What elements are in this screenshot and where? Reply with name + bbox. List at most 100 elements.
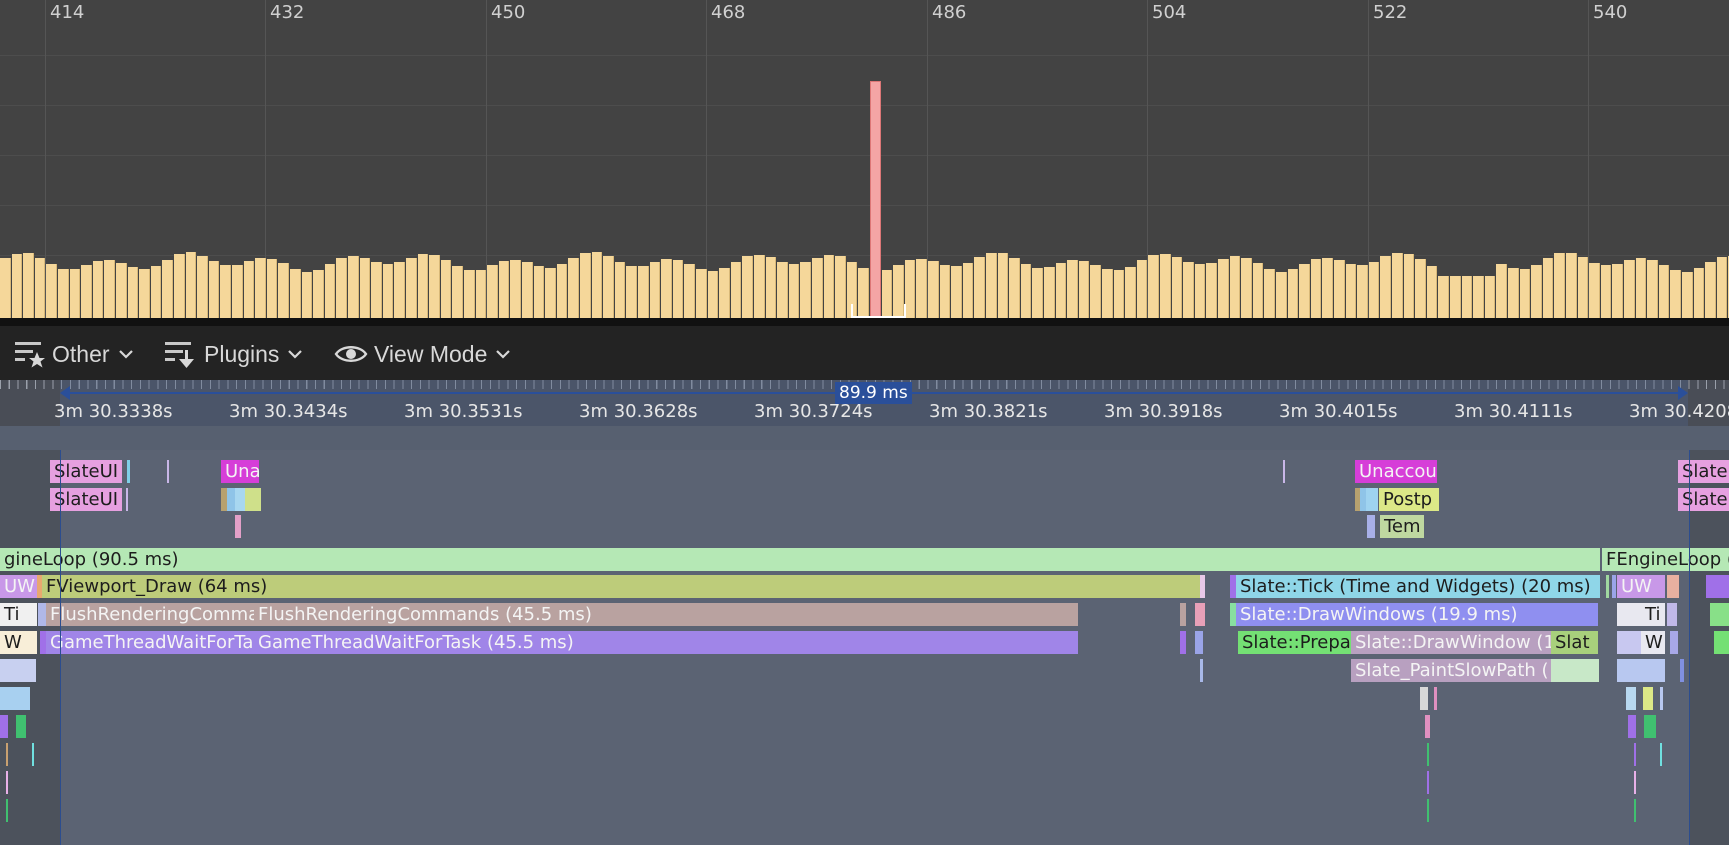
timing-event-sliver[interactable] xyxy=(0,659,36,682)
frame-bar[interactable] xyxy=(1241,258,1252,318)
frame-bar[interactable] xyxy=(1705,262,1716,318)
frame-bar[interactable] xyxy=(556,264,568,318)
timing-event[interactable]: Una xyxy=(221,460,259,483)
timing-event[interactable]: UW xyxy=(0,575,37,598)
timing-event[interactable]: W xyxy=(1641,631,1665,654)
timing-event[interactable]: FlushRenderingComma xyxy=(46,603,254,626)
frame-bar[interactable] xyxy=(812,258,823,318)
timing-event[interactable]: Slate::DrawWindow (1 xyxy=(1351,631,1551,654)
frame-bar[interactable] xyxy=(1334,260,1345,318)
frame-bar[interactable] xyxy=(904,260,916,318)
frame-bar[interactable] xyxy=(997,253,1009,318)
timing-event-sliver[interactable] xyxy=(1634,771,1636,794)
timing-event-sliver[interactable] xyxy=(1427,799,1429,822)
frame-bar[interactable] xyxy=(324,264,336,318)
frame-bar[interactable] xyxy=(150,266,162,318)
frame-bar[interactable] xyxy=(1577,257,1589,318)
frame-bar[interactable] xyxy=(638,266,649,318)
plugins-menu-button[interactable]: Plugins xyxy=(164,336,309,372)
timing-event-sliver[interactable] xyxy=(1434,687,1437,710)
frame-bar[interactable] xyxy=(823,255,835,318)
timing-event-sliver[interactable] xyxy=(1427,771,1429,794)
frame-bar[interactable] xyxy=(696,269,707,318)
timing-event-sliver[interactable] xyxy=(1366,488,1378,511)
frame-bar[interactable] xyxy=(1647,260,1658,318)
frame-bar[interactable] xyxy=(1287,269,1299,318)
frame-bar[interactable] xyxy=(1032,268,1043,318)
frame-bar[interactable] xyxy=(440,260,452,318)
other-menu-button[interactable]: Other xyxy=(14,336,140,372)
frame-bar[interactable] xyxy=(835,256,846,318)
frame-bar[interactable] xyxy=(197,256,208,318)
frame-bar[interactable] xyxy=(475,270,487,318)
timing-event-sliver[interactable] xyxy=(6,743,8,766)
frame-bar[interactable] xyxy=(1392,253,1403,318)
frame-bar[interactable] xyxy=(1508,268,1519,318)
frame-bar[interactable] xyxy=(359,258,371,318)
timing-event[interactable]: Slat xyxy=(1551,631,1598,654)
frame-bar[interactable] xyxy=(580,253,591,318)
frame-bar[interactable] xyxy=(800,262,811,318)
frame-bar[interactable] xyxy=(1589,263,1600,318)
timing-event[interactable]: Postp xyxy=(1379,488,1439,511)
frame-bar[interactable] xyxy=(707,271,719,318)
frame-bar[interactable] xyxy=(1125,267,1136,318)
frame-bar[interactable] xyxy=(1322,258,1333,318)
timing-event-sliver[interactable] xyxy=(1706,575,1729,598)
frame-bar[interactable] xyxy=(510,260,521,318)
timing-event-sliver[interactable] xyxy=(1180,603,1186,626)
frame-bar[interactable] xyxy=(382,264,394,318)
timing-event-sliver[interactable] xyxy=(1180,631,1186,654)
timing-event-sliver[interactable] xyxy=(1626,687,1636,710)
frame-bar[interactable] xyxy=(1554,253,1565,318)
frame-bar[interactable] xyxy=(1693,268,1705,318)
frame-bar[interactable] xyxy=(313,270,324,318)
frame-bar[interactable] xyxy=(533,266,545,318)
frame-bar[interactable] xyxy=(626,266,637,318)
timing-event-sliver[interactable] xyxy=(32,743,34,766)
frame-bar[interactable] xyxy=(232,265,243,318)
frame-bar[interactable] xyxy=(777,262,788,318)
frame-bar[interactable] xyxy=(1415,259,1426,318)
timing-event-sliver[interactable] xyxy=(1660,687,1663,710)
timing-event[interactable]: Slate::Prepa xyxy=(1238,631,1351,654)
frame-bar[interactable] xyxy=(1542,258,1554,318)
frames-graph[interactable]: 414 432 450 468 486 504 522 540 xyxy=(0,0,1729,318)
timing-event-sliver[interactable] xyxy=(1644,715,1656,738)
frame-bar[interactable] xyxy=(1345,264,1357,318)
frame-bar[interactable] xyxy=(46,264,57,318)
timing-event[interactable]: SlateU xyxy=(1678,460,1729,483)
view-mode-menu-button[interactable]: View Mode xyxy=(334,336,517,372)
frame-bar[interactable] xyxy=(301,272,313,318)
frame-bar[interactable] xyxy=(0,258,11,318)
frame-bar[interactable] xyxy=(754,255,765,318)
frame-bar[interactable] xyxy=(788,264,800,318)
frame-bar[interactable] xyxy=(1020,264,1032,318)
frame-bar[interactable] xyxy=(951,266,962,318)
frame-bar[interactable] xyxy=(1426,266,1438,318)
frame-bar[interactable] xyxy=(1009,258,1020,318)
timing-event-sliver[interactable] xyxy=(227,488,235,511)
frame-bar[interactable] xyxy=(1612,264,1623,318)
frame-bar[interactable] xyxy=(498,261,510,318)
frame-bar[interactable] xyxy=(1635,258,1647,318)
frame-bar[interactable] xyxy=(394,262,405,318)
timing-event-sliver[interactable] xyxy=(1667,603,1677,626)
frame-bar[interactable] xyxy=(266,259,278,318)
frame-bar[interactable] xyxy=(34,258,46,318)
frame-bar[interactable] xyxy=(719,268,730,318)
frame-bar[interactable] xyxy=(1624,260,1635,318)
frame-bar[interactable] xyxy=(986,253,997,318)
timing-event-sliver[interactable] xyxy=(0,687,30,710)
frame-bar[interactable] xyxy=(162,260,173,318)
frame-bar[interactable] xyxy=(1160,254,1171,318)
timing-event-sliver[interactable] xyxy=(127,460,130,483)
frame-bar[interactable] xyxy=(92,261,104,318)
frame-bar[interactable] xyxy=(127,267,139,318)
frame-bar[interactable] xyxy=(1194,264,1206,318)
timing-event-sliver[interactable] xyxy=(1714,631,1729,654)
frame-bar[interactable] xyxy=(591,252,603,318)
frame-bar[interactable] xyxy=(290,269,301,318)
frame-bar[interactable] xyxy=(1438,276,1449,318)
timing-event-sliver[interactable] xyxy=(1425,715,1430,738)
